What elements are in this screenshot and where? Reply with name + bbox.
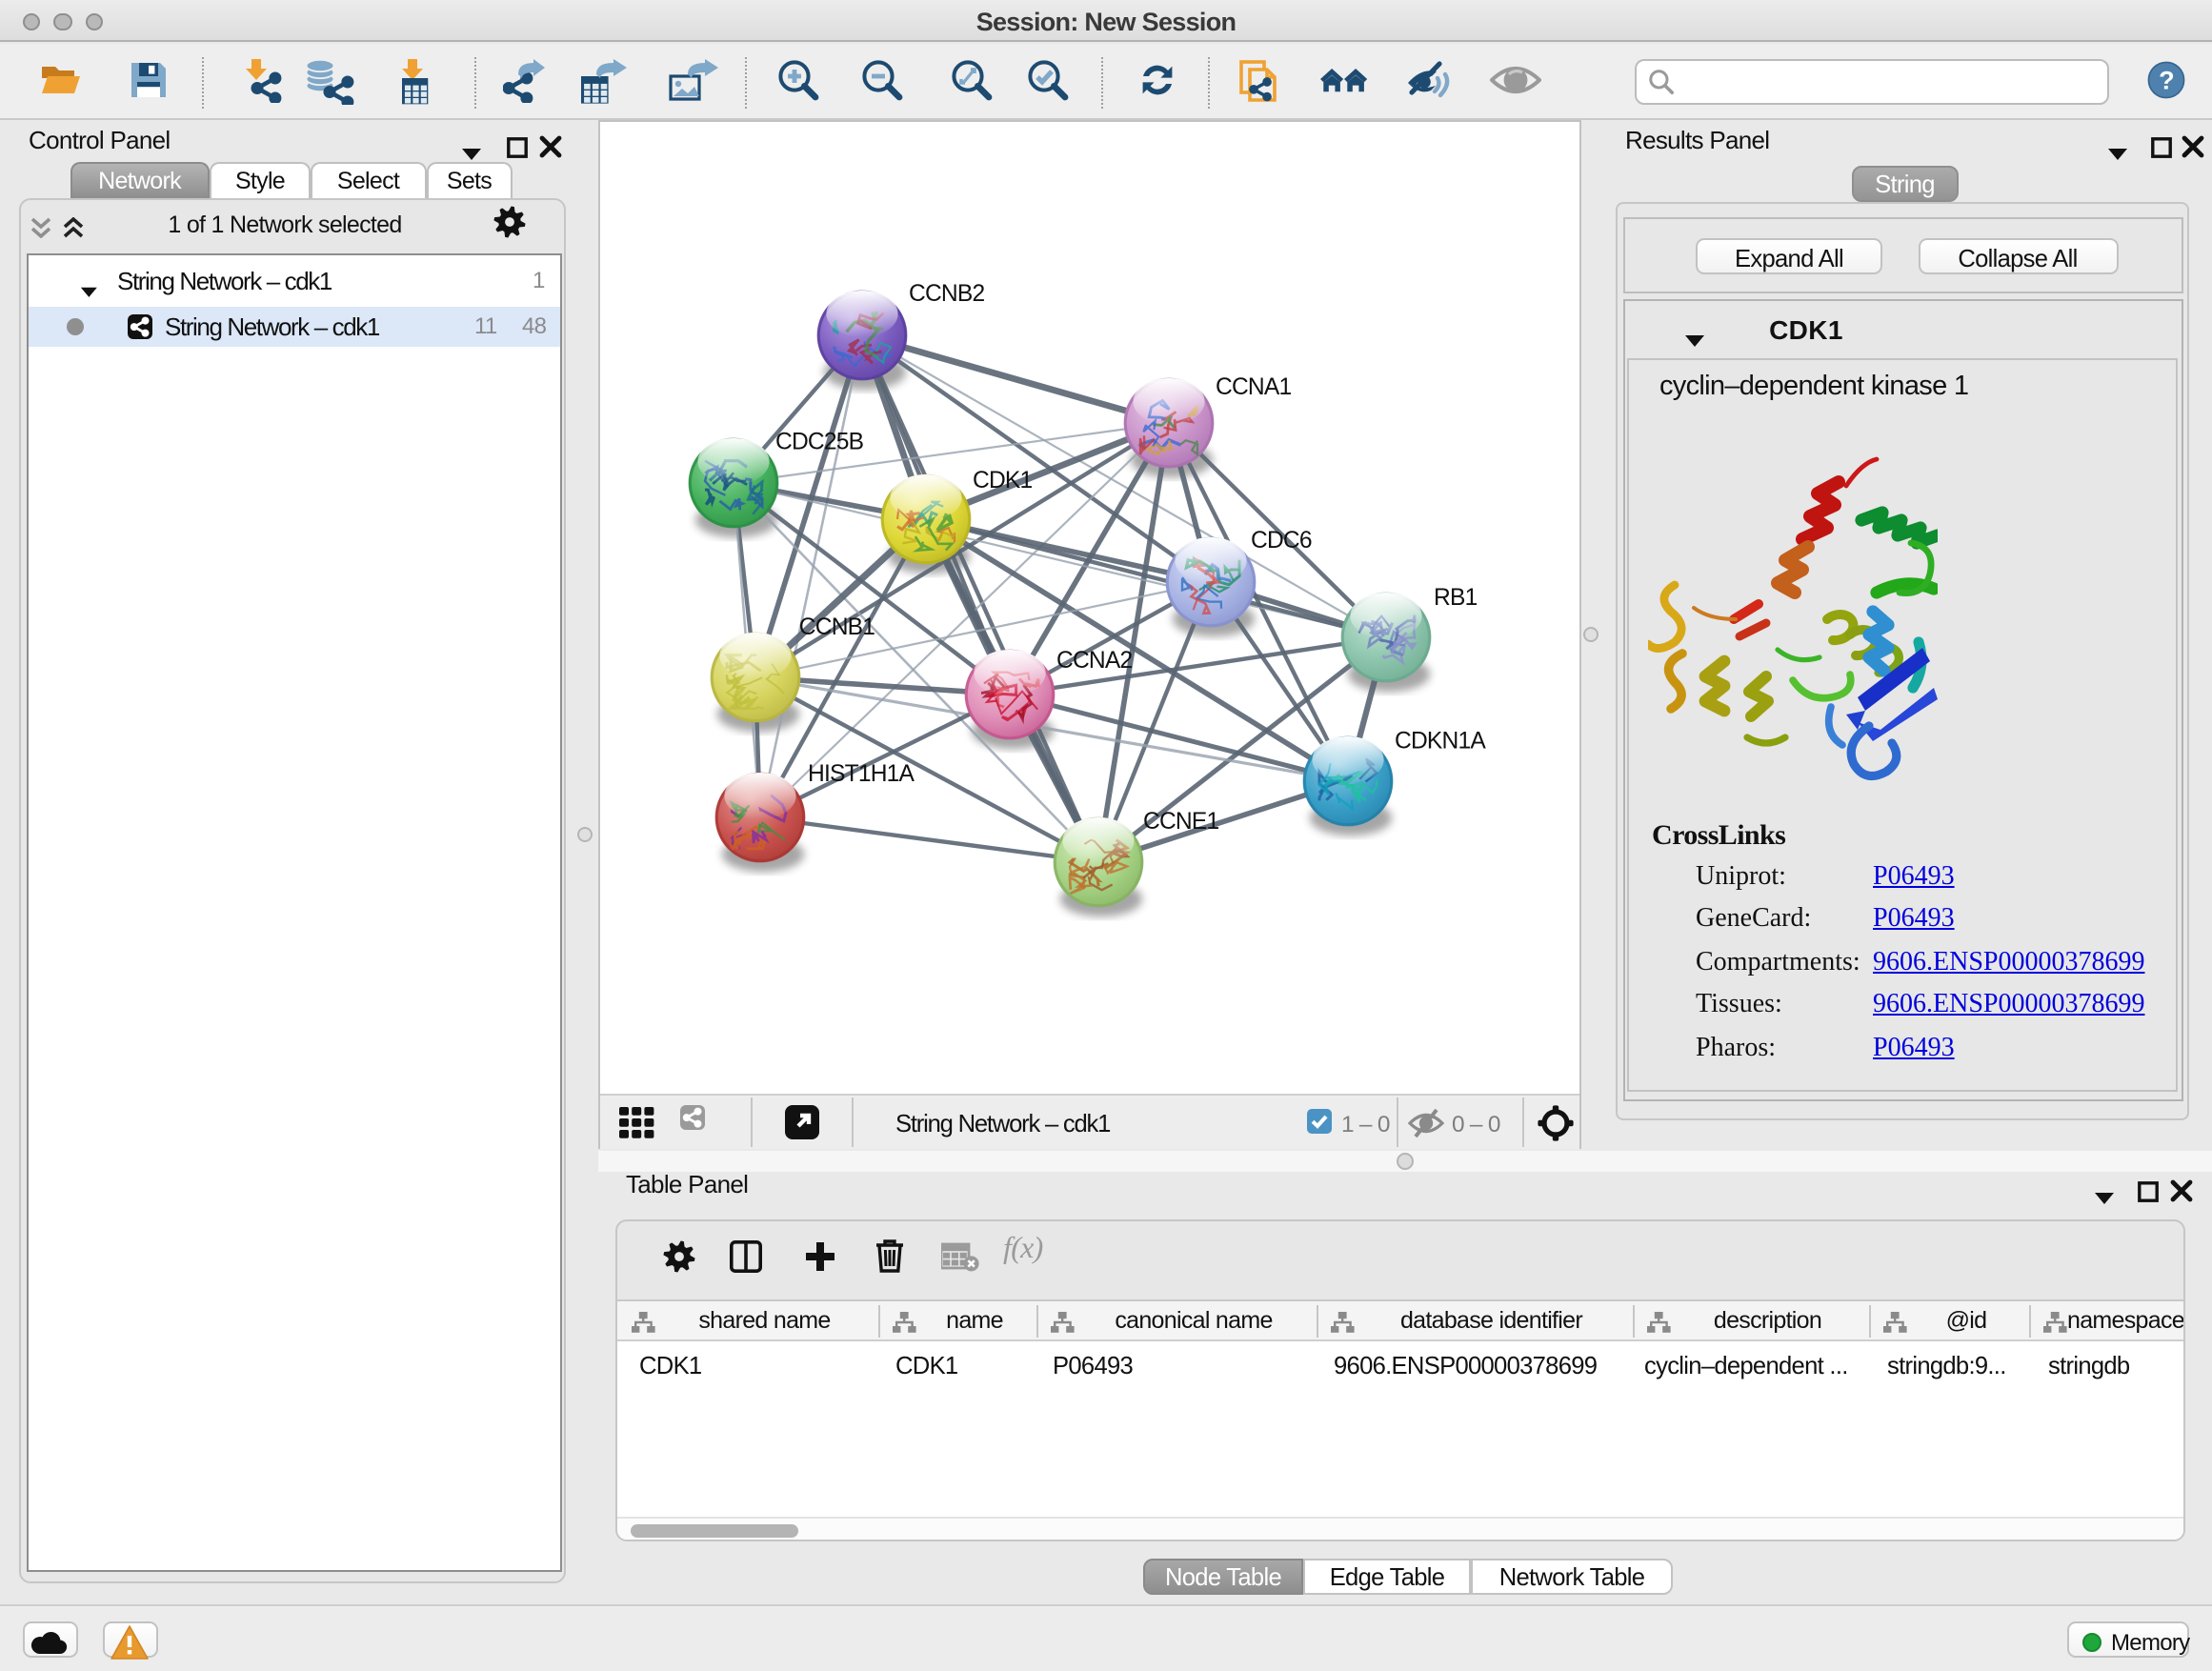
svg-text:CDC6: CDC6 xyxy=(1251,528,1312,554)
svg-text:CCNB1: CCNB1 xyxy=(799,614,875,640)
svg-text:CCNE1: CCNE1 xyxy=(1143,809,1218,835)
svg-text:RB1: RB1 xyxy=(1434,585,1478,611)
svg-text:CDC25B: CDC25B xyxy=(775,429,864,454)
svg-text:CDK1: CDK1 xyxy=(973,468,1033,493)
svg-text:?: ? xyxy=(2159,67,2174,95)
svg-text:CCNA2: CCNA2 xyxy=(1056,648,1132,674)
svg-text:CDKN1A: CDKN1A xyxy=(1395,728,1486,754)
svg-text:HIST1H1A: HIST1H1A xyxy=(808,761,915,787)
svg-text:CCNB2: CCNB2 xyxy=(909,281,984,307)
svg-text:CCNA1: CCNA1 xyxy=(1216,374,1291,400)
